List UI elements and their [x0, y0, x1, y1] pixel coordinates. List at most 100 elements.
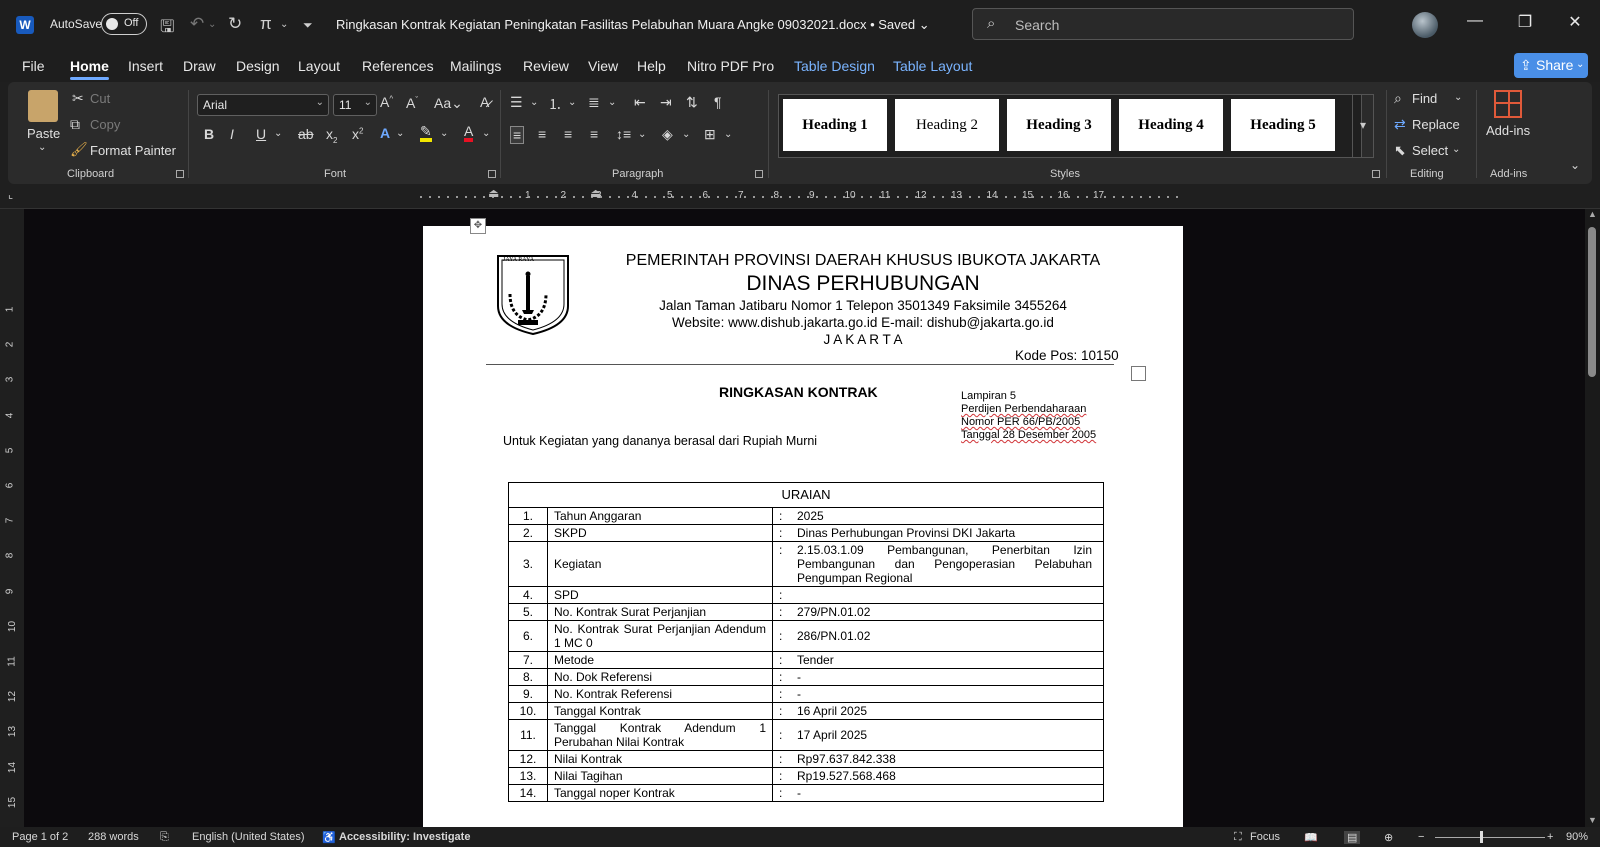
select-icon[interactable]: ⬉ — [1394, 142, 1406, 159]
tab-view[interactable]: View — [588, 58, 618, 74]
table-row[interactable]: 4. SPD: — [508, 586, 1104, 604]
scroll-up-icon[interactable]: ▲ — [1588, 209, 1597, 219]
share-button[interactable]: ⇪ Share ⌄ — [1514, 53, 1588, 78]
superscript-icon[interactable]: x2 — [352, 126, 363, 142]
highlight-icon[interactable]: ✎ — [420, 124, 432, 142]
bold-icon[interactable]: B — [204, 126, 214, 142]
styles-launcher-icon[interactable] — [1372, 170, 1380, 178]
redo-icon[interactable]: ↻ — [228, 14, 242, 34]
horizontal-ruler[interactable]: ⌞ 1234567891011121314151617 ⏏ ⏏ — [0, 186, 1600, 209]
accessibility-icon[interactable]: ♿ — [322, 831, 336, 844]
line-spacing-icon[interactable]: ↕≡ — [616, 126, 631, 142]
document-page[interactable]: ✥ JAYA RAYA PEMERINTAH PROVINSI DAERAH K… — [423, 218, 1183, 827]
shading-icon[interactable]: ◈ — [662, 126, 673, 143]
format-painter-icon[interactable]: 🖌 — [70, 141, 88, 158]
tab-home[interactable]: Home — [70, 58, 109, 80]
focus-icon[interactable]: ⛶ — [1234, 831, 1242, 844]
sort-icon[interactable]: ⇅ — [686, 94, 698, 111]
column-marker-icon[interactable]: ⏏ — [590, 186, 601, 200]
shading-dropdown-icon[interactable]: ⌄ — [682, 129, 690, 140]
tab-review[interactable]: Review — [523, 58, 569, 74]
page-count[interactable]: Page 1 of 2 — [12, 831, 68, 843]
paste-dropdown-icon[interactable]: ⌄ — [38, 142, 46, 153]
scroll-down-icon[interactable]: ▼ — [1588, 815, 1597, 825]
show-marks-icon[interactable]: ¶ — [714, 94, 722, 110]
borders-dropdown-icon[interactable]: ⌄ — [724, 129, 732, 140]
table-row[interactable]: 3. Kegiatan:2.15.03.1.09 Pembangunan, Pen… — [508, 541, 1104, 587]
account-avatar[interactable] — [1412, 12, 1438, 38]
undo-dropdown-icon[interactable]: ⌄ — [208, 19, 216, 30]
tab-help[interactable]: Help — [637, 58, 666, 74]
read-mode-icon[interactable]: 📖 — [1304, 831, 1318, 844]
table-row[interactable]: 6. No. Kontrak Surat Perjanjian Adendum 1… — [508, 620, 1104, 652]
table-row[interactable]: 9. No. Kontrak Referensi: - — [508, 685, 1104, 703]
anchor-box-icon[interactable] — [1131, 366, 1146, 381]
close-icon[interactable]: ✕ — [1560, 12, 1590, 32]
focus-button[interactable]: Focus — [1250, 831, 1280, 843]
web-layout-icon[interactable]: ⊕ — [1384, 831, 1393, 844]
select-button[interactable]: Select — [1412, 143, 1448, 158]
accessibility-status[interactable]: Accessibility: Investigate — [339, 831, 470, 843]
italic-icon[interactable]: I — [230, 126, 234, 142]
table-row[interactable]: 2. SKPD: Dinas Perhubungan Provinsi DKI Ja… — [508, 524, 1104, 542]
save-icon[interactable]: 🖫 — [160, 14, 174, 43]
find-dropdown-icon[interactable]: ⌄ — [1454, 92, 1462, 103]
borders-icon[interactable]: ⊞ — [704, 126, 716, 143]
clipboard-launcher-icon[interactable] — [176, 170, 184, 178]
table-row[interactable]: 5. No. Kontrak Surat Perjanjian:279/PN.01… — [508, 603, 1104, 621]
tab-table-layout[interactable]: Table Layout — [893, 58, 972, 74]
font-size-combo[interactable]: 11 ⌄ — [333, 94, 377, 116]
language-status[interactable]: English (United States) — [192, 831, 305, 843]
underline-icon[interactable]: U — [256, 126, 266, 142]
document-canvas[interactable]: ✥ JAYA RAYA PEMERINTAH PROVINSI DAERAH K… — [24, 209, 1585, 827]
style-heading-2[interactable]: Heading 2 — [895, 99, 999, 151]
equation-dropdown-icon[interactable]: ⌄ — [280, 19, 288, 30]
paste-icon[interactable] — [28, 90, 58, 122]
align-center-icon[interactable]: ≡ — [538, 126, 546, 142]
find-icon[interactable]: ⌕ — [1394, 90, 1402, 107]
add-ins-icon[interactable] — [1494, 90, 1522, 118]
line-spacing-dropdown-icon[interactable]: ⌄ — [638, 129, 646, 140]
tab-table-design[interactable]: Table Design — [794, 58, 875, 74]
select-dropdown-icon[interactable]: ⌄ — [1452, 144, 1460, 155]
styles-more-icon[interactable]: ▾ — [1352, 94, 1374, 158]
bullets-icon[interactable]: ☰ — [510, 94, 523, 111]
scrollbar-thumb[interactable] — [1588, 227, 1596, 377]
table-row[interactable]: 7. Metode: Tender — [508, 651, 1104, 669]
tab-insert[interactable]: Insert — [128, 58, 163, 74]
font-color-dropdown-icon[interactable]: ⌄ — [482, 128, 490, 139]
table-row[interactable]: 11. Tanggal Kontrak Adendum 1 Perubahan N… — [508, 719, 1104, 751]
font-color-icon[interactable]: A — [464, 124, 474, 142]
strikethrough-icon[interactable]: ab — [298, 126, 314, 142]
style-heading-3[interactable]: Heading 3 — [1007, 99, 1111, 151]
align-right-icon[interactable]: ≡ — [564, 126, 572, 142]
change-case-icon[interactable]: Aa⌄ — [434, 95, 463, 112]
zoom-in-icon[interactable]: + — [1547, 831, 1553, 843]
style-heading-5[interactable]: Heading 5 — [1231, 99, 1335, 151]
table-row[interactable]: 1. Tahun Anggaran:2025 — [508, 507, 1104, 525]
table-row[interactable]: 12. Nilai Kontrak: Rp97.637.842.338 — [508, 750, 1104, 768]
underline-dropdown-icon[interactable]: ⌄ — [274, 128, 282, 139]
zoom-slider-thumb[interactable] — [1480, 831, 1483, 843]
table-move-handle-icon[interactable]: ✥ — [470, 218, 486, 234]
tab-layout[interactable]: Layout — [298, 58, 340, 74]
multilevel-list-icon[interactable]: ≣ — [588, 94, 600, 111]
word-count[interactable]: 288 words — [88, 831, 139, 843]
document-title[interactable]: Ringkasan Kontrak Kegiatan Peningkatan F… — [336, 17, 930, 33]
numbering-icon[interactable]: ⒈ — [548, 94, 562, 114]
zoom-level[interactable]: 90% — [1566, 831, 1588, 843]
table-row[interactable]: 8. No. Dok Referensi: - — [508, 668, 1104, 686]
style-heading-4[interactable]: Heading 4 — [1119, 99, 1223, 151]
tab-draw[interactable]: Draw — [183, 58, 216, 74]
proofing-icon[interactable]: ⎘ — [160, 831, 169, 844]
find-button[interactable]: Find — [1412, 91, 1437, 106]
tab-file[interactable]: File — [22, 58, 45, 74]
tab-stop-selector-icon[interactable]: ⌞ — [8, 188, 13, 201]
search-box[interactable]: ⌕ Search — [972, 8, 1354, 40]
font-launcher-icon[interactable] — [488, 170, 496, 178]
bullets-dropdown-icon[interactable]: ⌄ — [530, 97, 538, 108]
tab-mailings[interactable]: Mailings — [450, 58, 501, 74]
paste-button[interactable]: Paste — [27, 126, 60, 141]
replace-icon[interactable]: ⇄ — [1394, 116, 1406, 133]
decrease-indent-icon[interactable]: ⇤ — [634, 94, 646, 111]
